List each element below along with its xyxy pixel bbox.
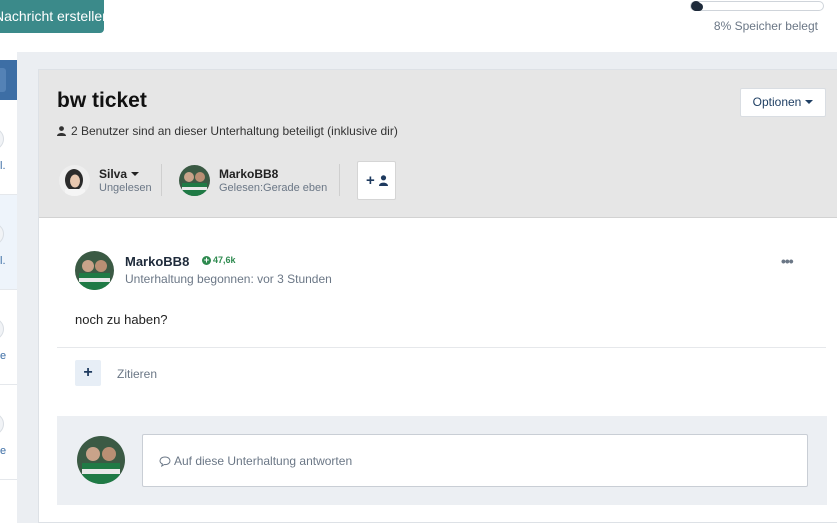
participants-text: 2 Benutzer sind an dieser Unterhaltung b… [71,124,398,138]
more-options-icon[interactable]: ••• [781,253,794,269]
page-title: bw ticket [57,89,147,112]
reply-input[interactable]: Auf diese Unterhaltung antworten [142,434,808,487]
avatar[interactable] [75,251,114,290]
divider [339,164,340,196]
multiquote-button[interactable]: + [75,360,101,386]
sidebar-item-label: e [0,350,7,362]
sidebar-item-label: e [0,445,7,457]
avatar [179,165,210,196]
options-button[interactable]: Optionen [740,88,826,117]
member-status: Gelesen:Gerade eben [219,182,328,194]
member-status: Ungelesen [99,182,152,194]
user-icon [379,175,388,186]
reputation-badge: +47,6k [202,255,236,265]
sidebar-item-label: l. [0,255,6,267]
participants-info: 2 Benutzer sind an dieser Unterhaltung b… [57,124,398,138]
add-participant-button[interactable]: + [357,161,396,200]
message-body: noch zu haben? [75,312,168,327]
conversation-panel: bw ticket 2 Benutzer sind an dieser Unte… [38,69,837,523]
chevron-down-icon [805,100,814,104]
reply-placeholder: Auf diese Unterhaltung antworten [159,454,352,468]
sidebar: l. l. e e [0,52,17,523]
avatar [77,436,125,484]
reply-area: Auf diese Unterhaltung antworten [57,416,827,505]
chevron-down-icon [131,172,140,176]
sidebar-item[interactable]: e [0,290,17,385]
storage-text: 8% Speicher belegt [713,19,818,33]
user-icon [57,126,66,136]
comment-icon [159,456,171,468]
sidebar-item[interactable]: l. [0,100,17,195]
new-message-button[interactable]: Nachricht erstellen [0,0,104,33]
quote-button[interactable]: Zitieren [117,367,157,381]
plus-circle-icon: + [202,255,211,265]
avatar [59,165,90,196]
storage-progress-bar [690,1,824,11]
member-name: MarkoBB8 [219,167,279,181]
conversation-header: bw ticket 2 Benutzer sind an dieser Unte… [39,70,837,218]
avatar [0,223,4,245]
avatar [0,318,4,340]
member-name: Silva [99,167,140,181]
sidebar-item[interactable]: e [0,385,17,480]
divider [161,164,162,196]
sidebar-item[interactable]: l. [0,195,17,290]
avatar [0,128,4,150]
sidebar-item-label: l. [0,160,6,172]
storage-indicator: 8% Speicher belegt [690,0,830,40]
options-label: Optionen [752,95,802,109]
message-meta: Unterhaltung begonnen: vor 3 Stunden [125,272,332,286]
sidebar-header[interactable] [0,60,17,100]
plus-icon: + [366,172,375,189]
top-bar: Nachricht erstellen 8% Speicher belegt [0,0,837,52]
avatar [0,413,4,435]
message-author[interactable]: MarkoBB8 [125,254,189,269]
divider [57,347,826,348]
storage-progress-dot [691,1,701,11]
